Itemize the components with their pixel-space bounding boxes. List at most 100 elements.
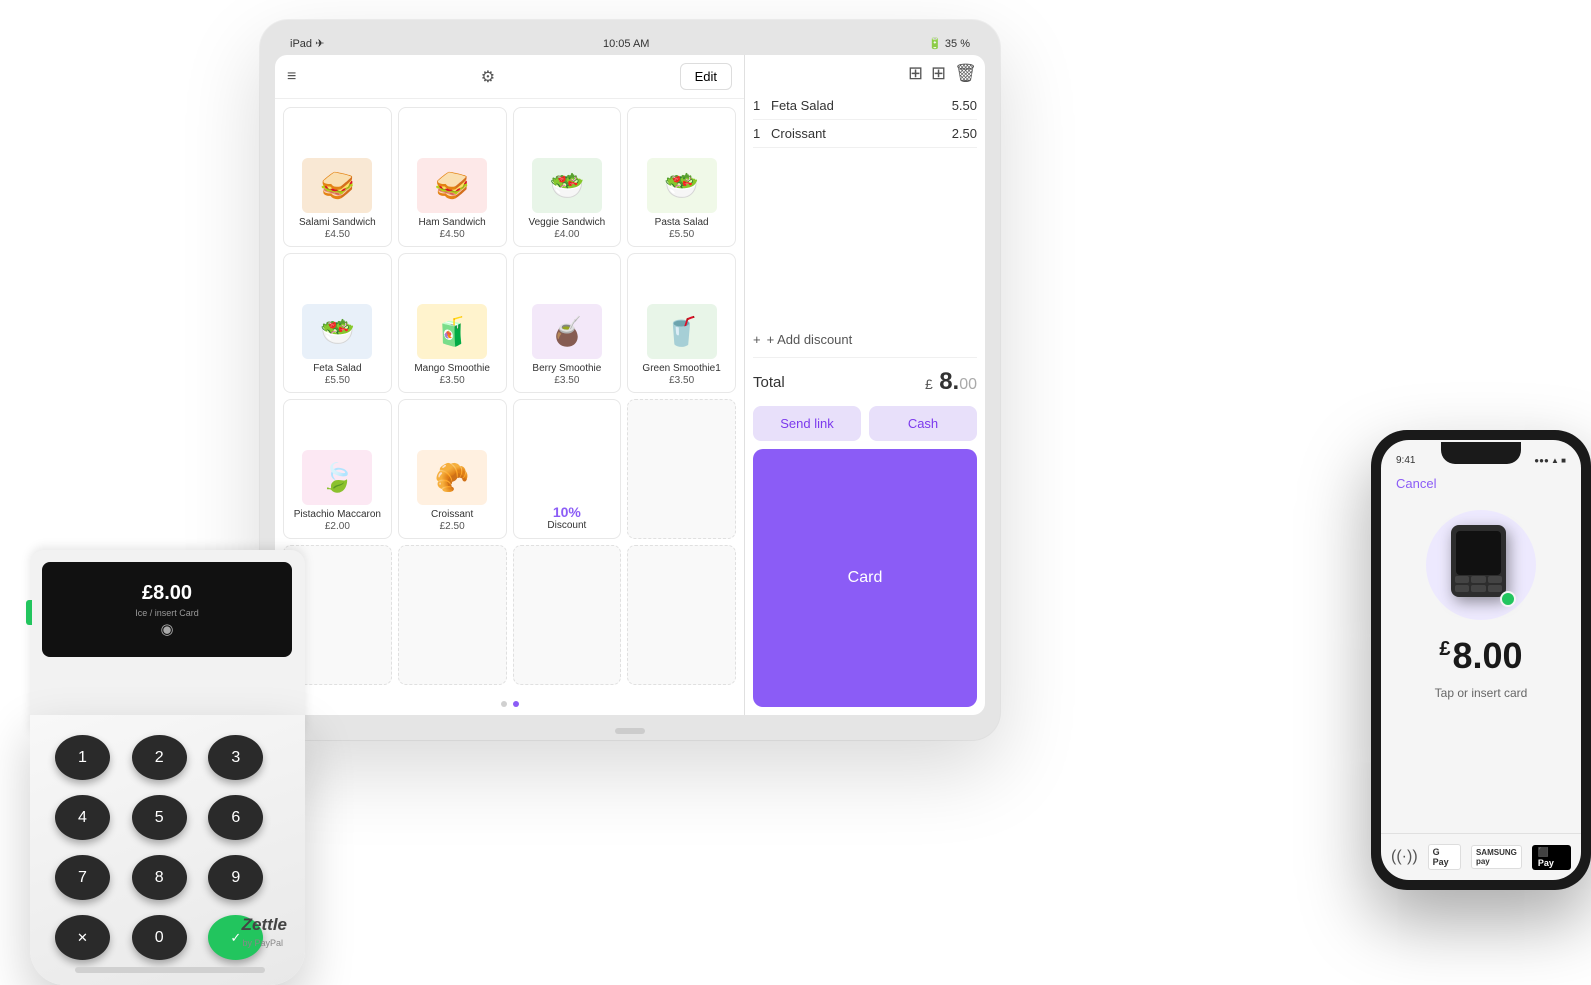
- product-salami-sandwich[interactable]: 🥪 Salami Sandwich £4.50: [283, 107, 392, 247]
- key-cancel[interactable]: ✕: [55, 915, 110, 960]
- add-discount-button[interactable]: + + Add discount: [753, 322, 977, 358]
- product-price: £2.50: [440, 521, 465, 532]
- key-5[interactable]: 5: [132, 795, 187, 840]
- product-name: Veggie Sandwich: [529, 217, 606, 229]
- phone-header: Cancel: [1381, 472, 1581, 495]
- barcode-icon[interactable]: ⊞: [908, 63, 923, 84]
- key-6[interactable]: 6: [208, 795, 263, 840]
- product-ham-sandwich[interactable]: 🥪 Ham Sandwich £4.50: [398, 107, 507, 247]
- reader-amount: £8.00: [142, 582, 192, 605]
- cart-item-croissant[interactable]: 1 Croissant 2.50: [753, 120, 977, 148]
- cancel-button[interactable]: Cancel: [1396, 476, 1436, 491]
- nfc-payment-icon: ((·)): [1391, 848, 1418, 866]
- product-image: 🧃: [417, 304, 487, 359]
- product-croissant[interactable]: 🥐 Croissant £2.50: [398, 399, 507, 539]
- cart-total: Total £ 8.00: [753, 358, 977, 406]
- product-name: Mango Smoothie: [414, 363, 490, 375]
- product-price: £4.50: [325, 229, 350, 240]
- discount-price: 10%: [553, 504, 581, 520]
- grid-icon[interactable]: ⊞: [931, 63, 946, 84]
- product-image: 🥗: [302, 304, 372, 359]
- product-discount[interactable]: 10% Discount: [513, 399, 622, 539]
- cart-toolbar: ⊞ ⊞ 🗑: [753, 63, 977, 84]
- dot-1: [501, 701, 507, 707]
- ipad-status-bar: iPad ✈ 10:05 AM 🔋 35 %: [275, 35, 985, 55]
- phone-amount-section: £8.00: [1439, 635, 1522, 677]
- nfc-icon: ◉: [160, 620, 173, 638]
- ipad-status-right: 🔋 35 %: [928, 37, 970, 50]
- product-pasta-salad[interactable]: 🥗 Pasta Salad £5.50: [627, 107, 736, 247]
- phone: 9:41 ●●● ▲ ■ Cancel: [1371, 430, 1591, 890]
- product-empty-5: [627, 545, 736, 685]
- ipad: iPad ✈ 10:05 AM 🔋 35 % ≡ ⚙ Edit: [260, 20, 1000, 740]
- plus-icon: +: [753, 332, 761, 347]
- phone-notch: [1441, 442, 1521, 464]
- dot-2: [513, 701, 519, 707]
- product-empty-1: [627, 399, 736, 539]
- cash-button[interactable]: Cash: [869, 406, 977, 441]
- ipad-time: 10:05 AM: [603, 38, 649, 50]
- card-button[interactable]: Card: [753, 449, 977, 707]
- phone-device-illustration: [1426, 510, 1536, 620]
- reader-subtext: Ice / insert Card: [135, 608, 199, 618]
- phone-amount: £8.00: [1439, 635, 1522, 676]
- product-price: £3.50: [554, 375, 579, 386]
- item-name: Croissant: [771, 126, 952, 141]
- product-image: 🥤: [647, 304, 717, 359]
- phone-content: £8.00 Tap or insert card: [1381, 495, 1581, 833]
- product-name: Salami Sandwich: [299, 217, 376, 229]
- ipad-home-button: [615, 728, 645, 734]
- item-name: Feta Salad: [771, 98, 952, 113]
- key-8[interactable]: 8: [132, 855, 187, 900]
- product-mango-smoothie[interactable]: 🧃 Mango Smoothie £3.50: [398, 253, 507, 393]
- delete-icon[interactable]: 🗑: [954, 63, 977, 84]
- total-value: 8.: [939, 368, 959, 395]
- key-2[interactable]: 2: [132, 735, 187, 780]
- total-label: Total: [753, 374, 785, 391]
- product-feta-salad[interactable]: 🥗 Feta Salad £5.50: [283, 253, 392, 393]
- product-name: Feta Salad: [313, 363, 361, 375]
- cart-item-feta[interactable]: 1 Feta Salad 5.50: [753, 92, 977, 120]
- cart-items: 1 Feta Salad 5.50 1 Croissant 2.50: [753, 92, 977, 322]
- product-image: 🥪: [302, 158, 372, 213]
- product-name: Green Smoothie1: [642, 363, 720, 375]
- product-empty-3: [398, 545, 507, 685]
- ipad-status-left: iPad ✈: [290, 37, 324, 50]
- product-name: Pistachio Maccaron: [294, 509, 381, 521]
- menu-icon[interactable]: ≡: [287, 68, 296, 86]
- product-berry-smoothie[interactable]: 🧉 Berry Smoothie £3.50: [513, 253, 622, 393]
- product-price: £3.50: [440, 375, 465, 386]
- item-price: 5.50: [952, 98, 977, 113]
- product-empty-4: [513, 545, 622, 685]
- key-4[interactable]: 4: [55, 795, 110, 840]
- product-pistachio-macaron[interactable]: 🍃 Pistachio Maccaron £2.00: [283, 399, 392, 539]
- apple-pay-icon: ⬛ Pay: [1532, 845, 1571, 870]
- product-green-smoothie[interactable]: 🥤 Green Smoothie1 £3.50: [627, 253, 736, 393]
- product-image: 🧉: [532, 304, 602, 359]
- key-7[interactable]: 7: [55, 855, 110, 900]
- total-currency: £: [925, 376, 933, 392]
- product-image: 🥐: [417, 450, 487, 505]
- filter-icon[interactable]: ⚙: [481, 67, 495, 87]
- key-0[interactable]: 0: [132, 915, 187, 960]
- product-veggie-sandwich[interactable]: 🥗 Veggie Sandwich £4.00: [513, 107, 622, 247]
- product-image: 🥗: [532, 158, 602, 213]
- product-name: Discount: [547, 520, 586, 532]
- product-price: £3.50: [669, 375, 694, 386]
- key-3[interactable]: 3: [208, 735, 263, 780]
- phone-time: 9:41: [1396, 455, 1415, 466]
- send-link-button[interactable]: Send link: [753, 406, 861, 441]
- key-9[interactable]: 9: [208, 855, 263, 900]
- product-price: £4.00: [554, 229, 579, 240]
- add-discount-label: + Add discount: [767, 332, 853, 347]
- item-qty: 1: [753, 126, 771, 141]
- product-name: Berry Smoothie: [532, 363, 601, 375]
- samsung-pay-icon: SAMSUNGpay: [1471, 845, 1522, 869]
- edit-button[interactable]: Edit: [680, 63, 732, 90]
- total-amount: £ 8.00: [925, 368, 977, 396]
- card-reader: £8.00 Ice / insert Card ◉ 1 2 3 4 5 6 7 …: [30, 530, 350, 910]
- product-toolbar: ≡ ⚙ Edit: [275, 55, 744, 99]
- key-1[interactable]: 1: [55, 735, 110, 780]
- product-price: £4.50: [440, 229, 465, 240]
- product-name: Ham Sandwich: [418, 217, 485, 229]
